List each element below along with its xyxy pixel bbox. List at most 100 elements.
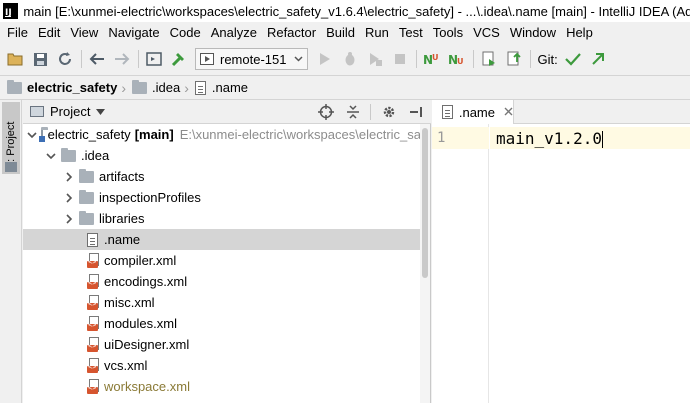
menu-run[interactable]: Run	[360, 25, 394, 40]
menu-code[interactable]: Code	[165, 25, 206, 40]
tree-label-encodings-xml: encodings.xml	[104, 274, 188, 289]
menu-tools[interactable]: Tools	[428, 25, 468, 40]
left-tool-strip: 1: Project	[0, 100, 22, 403]
folder-icon	[61, 147, 76, 162]
tree-node-uidesigner-xml[interactable]: uiDesigner.xml	[23, 334, 421, 355]
project-panel-scrollbar[interactable]	[420, 124, 430, 403]
tree-label-modules-xml: modules.xml	[104, 316, 177, 331]
tree-label-root-path: E:\xunmei-electric\workspaces\electric_s…	[179, 127, 421, 142]
project-view-selector[interactable]: Project	[30, 104, 106, 119]
code-line[interactable]: main_v1.2.0	[496, 129, 603, 148]
stop-icon[interactable]	[391, 50, 409, 68]
locate-target-icon[interactable]	[317, 103, 335, 121]
menu-window[interactable]: Window	[505, 25, 561, 40]
run-config-icon	[200, 53, 214, 65]
menu-help[interactable]: Help	[561, 25, 598, 40]
tree-label-inspection-profiles: inspectionProfiles	[99, 190, 201, 205]
git-push-arrow-icon[interactable]	[589, 50, 607, 68]
menu-edit[interactable]: Edit	[33, 25, 65, 40]
collapse-all-icon[interactable]	[344, 103, 362, 121]
tree-node-workspace-xml[interactable]: workspace.xml	[23, 376, 421, 397]
back-arrow-icon[interactable]	[88, 50, 106, 68]
toolbar-separator	[81, 50, 82, 68]
run-icon[interactable]	[316, 50, 334, 68]
tree-node-artifacts[interactable]: artifacts	[23, 166, 421, 187]
tree-node-name-file[interactable]: .name	[23, 229, 421, 250]
debug-bug-icon[interactable]	[341, 50, 359, 68]
breadcrumb-folder[interactable]: .idea ›	[132, 79, 195, 96]
xml-file-icon	[87, 274, 100, 289]
collapsed-arrow-icon[interactable]	[63, 213, 75, 225]
breadcrumb-project[interactable]: electric_safety ›	[7, 79, 132, 96]
breadcrumb-file-label: .name	[211, 80, 249, 95]
chevron-down-icon	[96, 107, 106, 117]
editor-area: .name 1 main_v1.2.0	[432, 100, 690, 403]
menu-build[interactable]: Build	[321, 25, 360, 40]
tree-node-vcs-xml[interactable]: vcs.xml	[23, 355, 421, 376]
run-with-coverage-icon[interactable]	[366, 50, 384, 68]
tree-node-inspection-profiles[interactable]: inspectionProfiles	[23, 187, 421, 208]
tree-label-uidesigner-xml: uiDesigner.xml	[104, 337, 190, 352]
xml-file-icon	[87, 295, 100, 310]
collapsed-arrow-icon[interactable]	[63, 192, 75, 204]
tree-label-vcs-xml: vcs.xml	[104, 358, 148, 373]
toolbar-separator	[473, 50, 475, 68]
code-line-text: main_v1.2.0	[496, 129, 602, 148]
folder-icon	[79, 210, 94, 225]
navigation-breadcrumb: electric_safety › .idea › .name	[0, 75, 690, 100]
tree-node-root[interactable]: electric_safety [main] E:\xunmei-electri…	[23, 124, 421, 145]
git-commit-check-icon[interactable]	[564, 50, 582, 68]
git-update-icon[interactable]: NU	[448, 50, 466, 68]
gear-icon[interactable]	[380, 103, 398, 121]
tree-node-libraries[interactable]: libraries	[23, 208, 421, 229]
close-icon[interactable]	[504, 105, 513, 119]
tree-node-idea[interactable]: .idea	[23, 145, 421, 166]
breadcrumb-file[interactable]: .name	[194, 80, 249, 95]
editor-tab-name-file[interactable]: .name	[432, 100, 514, 124]
menu-file[interactable]: File	[2, 25, 33, 40]
tree-node-encodings-xml[interactable]: encodings.xml	[23, 271, 421, 292]
menu-refactor[interactable]: Refactor	[262, 25, 321, 40]
editor-tab-label: .name	[458, 104, 495, 120]
build-hammer-icon[interactable]	[170, 50, 188, 68]
project-panel-actions	[308, 103, 425, 121]
editor-gutter: 1	[432, 124, 489, 403]
editor-tab-bar: .name	[432, 100, 690, 124]
open-folder-icon[interactable]	[6, 50, 24, 68]
menu-analyze[interactable]: Analyze	[206, 25, 262, 40]
menu-vcs[interactable]: VCS	[468, 25, 505, 40]
chevron-right-icon: ›	[184, 79, 189, 96]
tree-label-root-branch: [main]	[134, 127, 174, 142]
menu-view[interactable]: View	[65, 25, 103, 40]
project-structure-icon[interactable]	[145, 50, 163, 68]
tree-node-modules-xml[interactable]: modules.xml	[23, 313, 421, 334]
code-editor[interactable]: main_v1.2.0	[490, 124, 690, 403]
tree-node-compiler-xml[interactable]: compiler.xml	[23, 250, 421, 271]
synchronize-icon[interactable]	[56, 50, 74, 68]
expanded-arrow-icon[interactable]	[45, 150, 57, 162]
breadcrumb-project-label: electric_safety	[27, 80, 118, 95]
hide-panel-icon[interactable]	[407, 103, 425, 121]
save-all-icon[interactable]	[31, 50, 49, 68]
svg-text:U: U	[457, 57, 464, 66]
folder-icon	[7, 79, 22, 94]
tree-label-name-file: .name	[104, 232, 141, 247]
tree-node-misc-xml[interactable]: misc.xml	[23, 292, 421, 313]
scrollbar-thumb[interactable]	[422, 128, 428, 278]
run-configuration-select[interactable]: remote-151	[195, 48, 309, 70]
vcs-commit-file-icon[interactable]	[480, 50, 498, 68]
collapsed-arrow-icon[interactable]	[63, 171, 75, 183]
text-caret	[601, 131, 603, 148]
menu-test[interactable]: Test	[394, 25, 428, 40]
text-file-icon	[442, 105, 453, 119]
xml-file-icon	[87, 379, 100, 394]
project-tool-window-label: 1: Project	[5, 121, 17, 168]
text-file-icon	[194, 80, 206, 95]
forward-arrow-icon[interactable]	[113, 50, 131, 68]
vcs-push-file-icon[interactable]	[505, 50, 523, 68]
menu-navigate[interactable]: Navigate	[103, 25, 164, 40]
expanded-arrow-icon[interactable]	[27, 129, 37, 141]
module-folder-icon	[39, 126, 47, 142]
project-icon	[30, 106, 44, 117]
git-pull-icon[interactable]: NU	[423, 50, 441, 68]
